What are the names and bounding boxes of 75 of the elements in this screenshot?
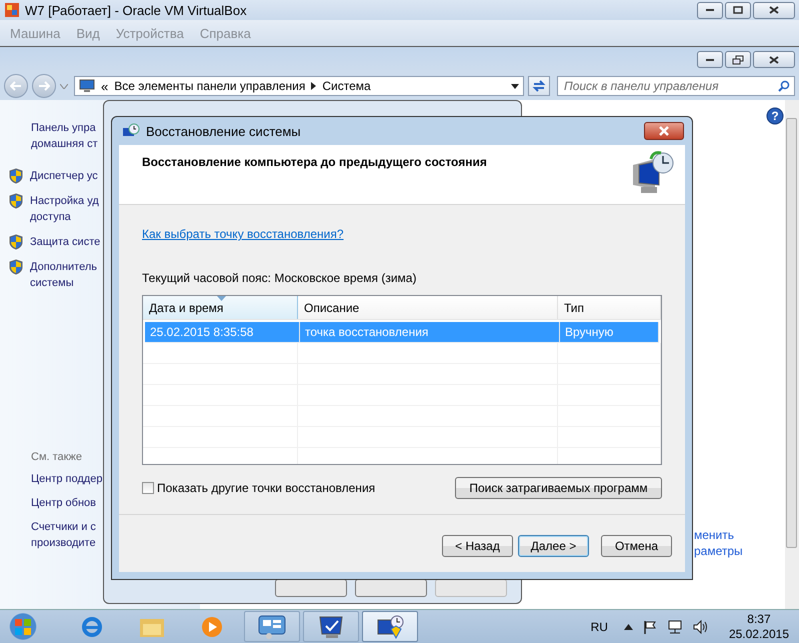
dialog-button[interactable]: Далее >: [518, 534, 589, 556]
table-cell: 25.02.2015 8:35:58: [145, 322, 300, 342]
column-header[interactable]: Тип: [558, 296, 661, 319]
sort-icon: [217, 296, 226, 301]
breadcrumb-item[interactable]: Система: [322, 79, 371, 93]
close-icon: [769, 6, 779, 14]
shield-icon: [8, 259, 24, 275]
dialog-button[interactable]: [435, 579, 507, 597]
chevron-icon: «: [101, 78, 108, 94]
dialog-button[interactable]: [355, 579, 427, 597]
system-restore-icon: [122, 123, 140, 139]
shield-icon: [8, 193, 24, 209]
app-icon: [4, 2, 20, 18]
dialog-heading: Восстановление компьютера до предыдущего состояния: [142, 155, 487, 171]
show-hidden-icons-icon[interactable]: [624, 624, 633, 630]
maximize-button[interactable]: [725, 2, 751, 18]
forward-button[interactable]: [32, 74, 56, 98]
clock-time: 8:37: [747, 612, 771, 626]
back-button[interactable]: [4, 74, 28, 98]
clock-date: 25.02.2015: [728, 626, 789, 642]
window-title: W7 [Работает] - Oracle VM VirtualBox: [25, 2, 247, 18]
settings-link[interactable]: менить раметры: [694, 527, 743, 559]
search-field[interactable]: Поиск в панели управления: [557, 76, 795, 96]
table-cell: Вручную: [560, 322, 659, 342]
shield-icon: [8, 234, 24, 250]
restore-icon: [732, 54, 744, 64]
close-button[interactable]: [644, 122, 684, 140]
column-header[interactable]: Дата и время: [143, 296, 298, 319]
scan-programs-button[interactable]: Поиск затрагиваемых программ: [455, 477, 662, 499]
language-indicator[interactable]: RU: [590, 620, 608, 634]
checkbox-box[interactable]: [142, 482, 154, 494]
section-heading: См. также: [31, 451, 83, 463]
address-bar[interactable]: « Все элементы панели управления Система: [74, 76, 524, 96]
control-panel-icon[interactable]: [244, 611, 300, 642]
breadcrumb-item[interactable]: Все элементы панели управления: [114, 79, 306, 93]
sidebar-link[interactable]: Защита систе: [30, 234, 100, 250]
back-arrow-icon: [10, 81, 22, 91]
table-cell: точка восстановления: [300, 322, 560, 342]
close-icon: [658, 126, 670, 136]
shield-icon: [8, 168, 24, 184]
sidebar-link[interactable]: Настройка уд доступа: [30, 193, 99, 225]
help-link[interactable]: Как выбрать точку восстановления?: [142, 227, 344, 241]
close-button[interactable]: [753, 2, 795, 18]
maximize-icon: [733, 6, 743, 14]
flag-icon[interactable]: [642, 620, 657, 634]
close-icon: [769, 56, 779, 64]
scrollbar[interactable]: [785, 100, 799, 609]
help-icon[interactable]: ?: [766, 107, 784, 125]
timezone-label: Текущий часовой пояс: Московское время (зима): [142, 271, 418, 285]
sidebar-link[interactable]: Дополнитель системы: [30, 259, 97, 291]
control-panel-icon: [79, 79, 95, 93]
minimize-button[interactable]: [697, 51, 723, 68]
search-icon: [778, 80, 790, 92]
restore-button[interactable]: [725, 51, 751, 68]
forward-arrow-icon: [38, 81, 50, 91]
refresh-button[interactable]: [528, 76, 550, 96]
network-icon[interactable]: [666, 620, 683, 634]
system-restore-icon[interactable]: [362, 611, 418, 642]
arrow-icon: [311, 82, 316, 90]
caret-icon[interactable]: [60, 84, 68, 88]
column-header[interactable]: Описание: [298, 296, 558, 319]
dialog-button[interactable]: [275, 579, 347, 597]
refresh-icon: [532, 80, 546, 92]
scrollbar-thumb[interactable]: [786, 118, 797, 548]
close-button[interactable]: [753, 51, 795, 68]
volume-icon[interactable]: [692, 620, 709, 634]
sidebar-link[interactable]: Панель упра домашняя ст: [31, 120, 98, 152]
minimize-button[interactable]: [697, 2, 723, 18]
sidebar-link[interactable]: Диспетчер ус: [30, 168, 98, 184]
monitor-icon[interactable]: [303, 611, 359, 642]
dialog-button[interactable]: Отмена: [601, 534, 672, 556]
dropdown-icon[interactable]: [511, 84, 519, 88]
dialog-button[interactable]: < Назад: [442, 534, 513, 556]
dialog-title: Восстановление системы: [146, 124, 301, 138]
clock[interactable]: 8:37 25.02.2015: [728, 612, 789, 642]
